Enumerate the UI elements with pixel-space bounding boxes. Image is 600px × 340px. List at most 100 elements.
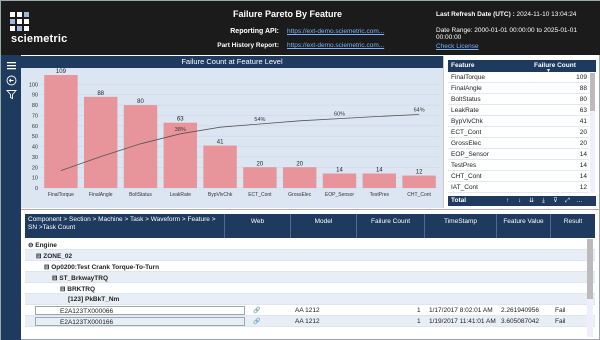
tree-node-label[interactable]: [123] PkBkT_Nm bbox=[68, 296, 119, 303]
tree-node-label[interactable]: ⊖ Engine bbox=[28, 241, 57, 249]
feature-table-panel: Feature Failure Count ▼ FinalTorque 109 Fi… bbox=[443, 56, 599, 208]
feature-name: GrossElec bbox=[451, 140, 481, 147]
part-history-link-icon[interactable]: 🔗 bbox=[253, 307, 260, 314]
col-result-label: Result bbox=[563, 218, 583, 225]
timestamp: 1/17/2017 8:02:01 AM bbox=[429, 307, 493, 314]
expand-all-icon[interactable]: ⇊ bbox=[528, 197, 535, 205]
failure-count: 1 bbox=[417, 318, 421, 325]
filter-visual-icon[interactable]: ⊽ bbox=[552, 197, 559, 205]
bar-data-label: 20 bbox=[257, 161, 264, 167]
feature-value: 2.261940956 bbox=[501, 307, 539, 314]
table-row[interactable]: FinalTorque 109 bbox=[448, 73, 589, 83]
sciemetric-logo-icon bbox=[10, 12, 29, 31]
table-row[interactable]: ECT_Cont 20 bbox=[448, 128, 589, 138]
cumulative-label: 60% bbox=[334, 112, 345, 118]
tree-node-label[interactable]: ⊟ ST_BrkwayTRQ bbox=[52, 274, 108, 282]
y-tick-label: 40 bbox=[32, 145, 38, 151]
feature-table-header: Feature Failure Count ▼ bbox=[448, 60, 596, 74]
more-options-icon[interactable]: … bbox=[576, 197, 583, 205]
serial-number-row[interactable]: E2A123TX000066 🔗 AA 1212 1 1/17/2017 8:02:01… bbox=[25, 305, 595, 316]
col-model[interactable]: Model bbox=[291, 214, 357, 238]
feature-name: FinalAngle bbox=[451, 85, 482, 92]
failure-pareto-chart: 0 10 20 30 40 50 60 70 80 90 100 109 FinalTorque 88 Fi… bbox=[29, 69, 439, 198]
bar bbox=[83, 96, 118, 188]
y-tick-label: 10 bbox=[32, 176, 38, 182]
back-arrow-icon[interactable] bbox=[6, 75, 17, 86]
col-feature[interactable]: Feature bbox=[451, 62, 474, 69]
reporting-api-link[interactable]: https://ext-demo.sciemetric.com... bbox=[287, 28, 384, 35]
failure-count: 14 bbox=[579, 162, 587, 169]
part-history-link-icon[interactable]: 🔗 bbox=[253, 318, 260, 325]
serial-number-row[interactable]: E2A123TX000166 🔗 AA 1212 1 1/19/2017 11:41:0… bbox=[25, 316, 595, 327]
x-tick-label: BoltStatus bbox=[129, 192, 152, 198]
feature-name: ECT_Cont bbox=[451, 129, 482, 136]
table-row[interactable]: IAT_Cont 12 bbox=[448, 183, 589, 193]
x-tick-label: EOP_Sensor bbox=[325, 192, 355, 198]
serial-number: E2A123TX000066 bbox=[60, 308, 114, 315]
feature-table-footer: Total ↑ ↓ ⇊ ⤓ ⊽ ⤢ … bbox=[448, 196, 596, 206]
failure-count: 109 bbox=[576, 74, 587, 81]
col-failure-count[interactable]: Failure Count bbox=[357, 214, 425, 238]
col-feature-value[interactable]: Feature Value bbox=[497, 214, 551, 238]
check-license-link[interactable]: Check License bbox=[436, 43, 479, 50]
table-row[interactable]: CHT_Cont 14 bbox=[448, 172, 589, 182]
serial-number-cell[interactable]: E2A123TX000066 bbox=[35, 306, 245, 315]
filter-icon[interactable] bbox=[6, 89, 17, 100]
col-path[interactable]: Component > Section > Machine > Task > W… bbox=[25, 214, 225, 238]
tree-node-row[interactable]: ⊟ Op0200:Test Crank Torque-To-Turn bbox=[25, 261, 595, 272]
part-history-link[interactable]: https://ext-demo.sciemetric.com... bbox=[287, 42, 384, 49]
drill-up-icon[interactable]: ↑ bbox=[504, 197, 511, 205]
scrollbar-thumb[interactable] bbox=[590, 73, 595, 111]
menu-icon[interactable] bbox=[6, 60, 17, 71]
x-tick-label: LeakRate bbox=[170, 192, 192, 198]
bar bbox=[243, 167, 277, 188]
feature-name: BoltStatus bbox=[451, 96, 481, 103]
tree-node-row[interactable]: ⊟ BRKTRQ bbox=[25, 283, 595, 294]
expand-level-icon[interactable]: ⤓ bbox=[540, 197, 547, 205]
col-timestamp[interactable]: TimeStamp bbox=[425, 214, 497, 238]
tree-node-row[interactable]: [123] PkBkT_Nm bbox=[25, 294, 595, 305]
table-row[interactable]: TestPres 14 bbox=[448, 161, 589, 171]
tree-node-label[interactable]: ⊟ Op0200:Test Crank Torque-To-Turn bbox=[44, 263, 159, 271]
col-result[interactable]: Result bbox=[551, 214, 595, 238]
table-row[interactable]: BypVlvChk 41 bbox=[448, 117, 589, 127]
table-row[interactable]: GrossElec 20 bbox=[448, 139, 589, 149]
tree-node-row[interactable]: ⊟ ZONE_02 bbox=[25, 250, 595, 261]
serial-number-cell[interactable]: E2A123TX000166 bbox=[35, 317, 245, 326]
col-web[interactable]: Web bbox=[225, 214, 291, 238]
tree-node-label[interactable]: ⊟ ZONE_02 bbox=[36, 252, 72, 260]
refresh-label: Last Refresh Date (UTC) : bbox=[436, 11, 515, 18]
feature-name: FinalTorque bbox=[451, 74, 485, 81]
table-row[interactable]: FinalAngle 88 bbox=[448, 84, 589, 94]
bar-data-label: 63 bbox=[177, 117, 184, 123]
failure-count: 88 bbox=[579, 85, 587, 92]
cumulative-label: 54% bbox=[254, 117, 265, 123]
failure-count: 1 bbox=[417, 307, 421, 314]
col-timestamp-label: TimeStamp bbox=[444, 218, 477, 225]
tree-node-label[interactable]: ⊟ BRKTRQ bbox=[60, 285, 95, 293]
hierarchy-table-scrollbar[interactable] bbox=[587, 239, 593, 337]
y-tick-label: 100 bbox=[29, 82, 38, 88]
bar-data-label: 14 bbox=[376, 167, 383, 173]
x-tick-label: CHT_Cont bbox=[407, 192, 431, 198]
drill-down-icon[interactable]: ↓ bbox=[516, 197, 523, 205]
feature-table-scrollbar[interactable] bbox=[590, 73, 595, 193]
tree-node-row[interactable]: ⊟ ST_BrkwayTRQ bbox=[25, 272, 595, 283]
cumulative-label: 64% bbox=[414, 107, 425, 113]
bar-data-label: 12 bbox=[416, 170, 423, 176]
table-row[interactable]: LeakRate 63 bbox=[448, 106, 589, 116]
model: AA 1212 bbox=[295, 307, 320, 314]
table-row[interactable]: EOP_Sensor 14 bbox=[448, 150, 589, 160]
date-range: Date Range: 2000-01-01 00:00:00 to 2025-… bbox=[436, 27, 577, 41]
y-tick-label: 70 bbox=[32, 113, 38, 119]
tree-node-row[interactable]: ⊖ Engine bbox=[25, 239, 595, 250]
focus-mode-icon[interactable]: ⤢ bbox=[564, 197, 571, 205]
col-failure-count[interactable]: Failure Count bbox=[534, 62, 576, 69]
table-row[interactable]: BoltStatus 80 bbox=[448, 95, 589, 105]
failure-count: 14 bbox=[579, 173, 587, 180]
hierarchy-table-panel: Component > Section > Machine > Task > W… bbox=[21, 209, 599, 339]
logo: sciemetric bbox=[9, 11, 71, 45]
col-failure-count-label: Failure Count bbox=[370, 218, 411, 225]
header-bar: sciemetric Failure Pareto By Feature Rep… bbox=[1, 1, 600, 55]
scrollbar-thumb[interactable] bbox=[587, 239, 593, 299]
